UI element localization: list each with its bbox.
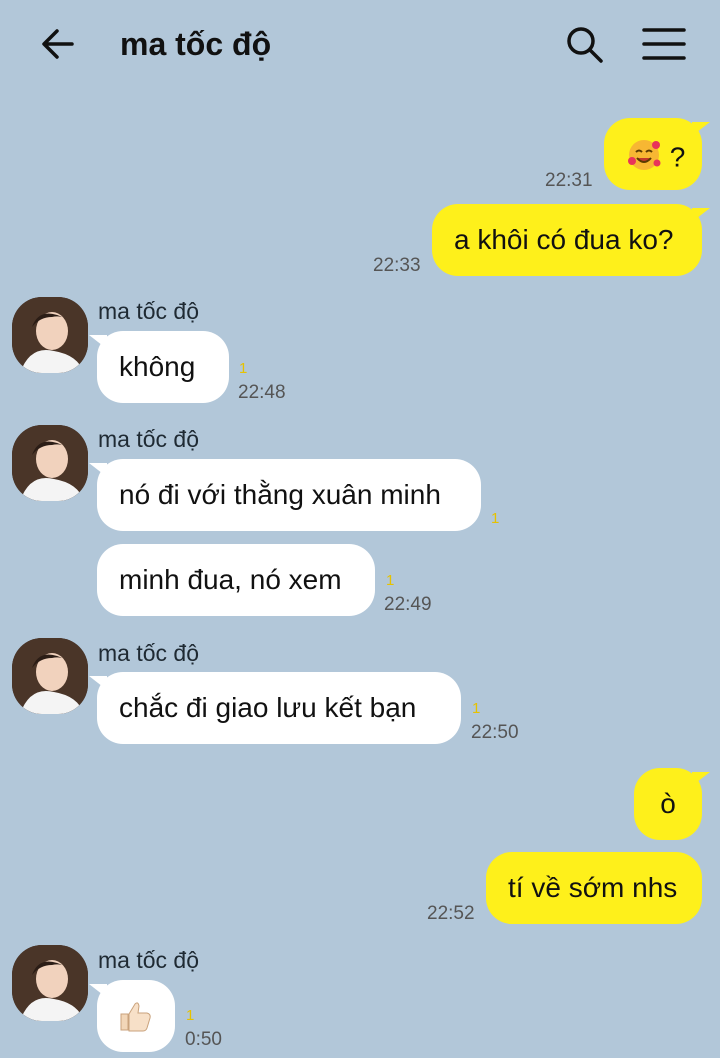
outgoing-message-bubble[interactable]: a khôi có đua ko? <box>432 204 710 276</box>
incoming-message-bubble[interactable] <box>89 980 175 1052</box>
contact-avatar[interactable] <box>12 945 88 1021</box>
sender-name: ma tốc độ <box>98 640 199 666</box>
message-timestamp: 22:50 <box>471 722 519 743</box>
incoming-message-bubble[interactable]: chắc đi giao lưu kết bạn <box>89 672 461 744</box>
outgoing-message-bubble[interactable]: tí về sớm nhs <box>486 852 702 924</box>
message-timestamp: 22:33 <box>373 255 421 276</box>
hamburger-menu-icon[interactable] <box>642 24 686 64</box>
sender-name: ma tốc độ <box>98 298 199 324</box>
incoming-message-bubble[interactable]: minh đua, nó xem <box>97 544 375 616</box>
unread-count: 1 <box>472 700 481 717</box>
message-timestamp: 22:52 <box>427 903 475 924</box>
message-timestamp: 0:50 <box>185 1029 222 1050</box>
unread-count: 1 <box>491 510 500 527</box>
message-text: ? <box>669 141 686 173</box>
smiling-face-with-hearts-icon <box>626 137 662 181</box>
unread-count: 1 <box>239 360 248 377</box>
contact-avatar[interactable] <box>12 297 88 373</box>
contact-avatar[interactable] <box>12 425 88 501</box>
sender-name: ma tốc độ <box>98 426 199 452</box>
outgoing-message-bubble[interactable]: ò <box>634 768 710 840</box>
unread-count: 1 <box>186 1007 195 1024</box>
chat-header: ma tốc độ <box>0 0 720 90</box>
back-arrow-icon[interactable] <box>38 24 78 64</box>
message-timestamp: 22:31 <box>545 170 593 191</box>
thumbs-up-icon <box>117 1002 153 1040</box>
message-timestamp: 22:48 <box>238 382 286 403</box>
outgoing-message-bubble[interactable]: ? <box>604 118 710 190</box>
incoming-message-bubble[interactable]: không <box>89 331 229 403</box>
chat-title: ma tốc độ <box>120 26 272 62</box>
message-timestamp: 22:49 <box>384 594 432 615</box>
sender-name: ma tốc độ <box>98 947 199 973</box>
incoming-message-bubble[interactable]: nó đi với thằng xuân minh <box>89 459 481 531</box>
contact-avatar[interactable] <box>12 638 88 714</box>
search-icon[interactable] <box>564 24 604 64</box>
unread-count: 1 <box>386 572 395 589</box>
